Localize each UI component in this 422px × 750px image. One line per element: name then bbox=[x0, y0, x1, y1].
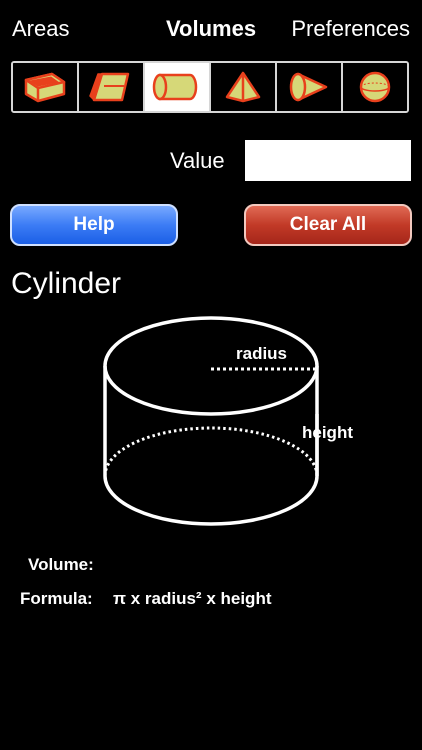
cylinder-top-ellipse bbox=[103, 316, 319, 416]
height-label: height bbox=[302, 423, 353, 442]
shape-seg-cylinder[interactable] bbox=[145, 63, 211, 111]
shape-seg-box[interactable] bbox=[13, 63, 79, 111]
value-input[interactable] bbox=[245, 140, 411, 181]
shape-seg-prism[interactable] bbox=[79, 63, 145, 111]
cylinder-bottom-front bbox=[103, 475, 319, 526]
shape-seg-sphere[interactable] bbox=[343, 63, 407, 111]
volume-label: Volume: bbox=[28, 555, 94, 574]
box-icon bbox=[24, 72, 66, 103]
shape-seg-pyramid[interactable] bbox=[211, 63, 277, 111]
sphere-icon bbox=[359, 71, 391, 103]
formula-label: Formula: bbox=[20, 589, 93, 608]
cylinder-icon bbox=[152, 73, 198, 101]
shape-seg-cone[interactable] bbox=[277, 63, 343, 111]
pyramid-icon bbox=[225, 71, 261, 103]
nav-preferences[interactable]: Preferences bbox=[291, 14, 410, 44]
cylinder-diagram bbox=[103, 316, 319, 526]
help-button[interactable]: Help bbox=[10, 204, 178, 246]
shape-title: Cylinder bbox=[11, 267, 122, 300]
cone-icon bbox=[289, 72, 328, 102]
nav-volumes[interactable]: Volumes bbox=[166, 14, 256, 44]
radius-label: radius bbox=[236, 344, 288, 363]
prism-icon bbox=[89, 72, 130, 102]
shape-selector bbox=[11, 61, 409, 113]
formula-text: π x radius² x height bbox=[113, 589, 272, 608]
value-label: Value bbox=[170, 148, 225, 173]
nav-areas[interactable]: Areas bbox=[12, 14, 69, 44]
cylinder-bottom-back bbox=[103, 426, 319, 477]
clear-all-button[interactable]: Clear All bbox=[244, 204, 412, 246]
